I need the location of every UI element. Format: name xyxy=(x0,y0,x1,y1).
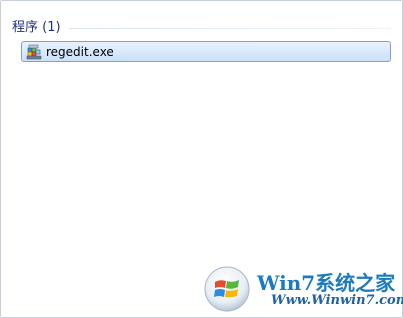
group-title[interactable]: 程序 (1) xyxy=(12,16,61,35)
result-item-regedit[interactable]: regedit.exe xyxy=(21,41,391,62)
watermark-url: Www.Winwin7.com xyxy=(271,293,403,308)
group-divider xyxy=(68,27,391,29)
windows-orb-icon xyxy=(203,265,255,313)
watermark-title: Win7系统之家 xyxy=(257,271,396,295)
regedit-icon xyxy=(26,44,42,60)
result-item-label: regedit.exe xyxy=(46,44,114,59)
watermark: Win7系统之家 Www.Winwin7.com xyxy=(203,265,403,313)
results-group-header: 程序 (1) xyxy=(12,16,391,35)
